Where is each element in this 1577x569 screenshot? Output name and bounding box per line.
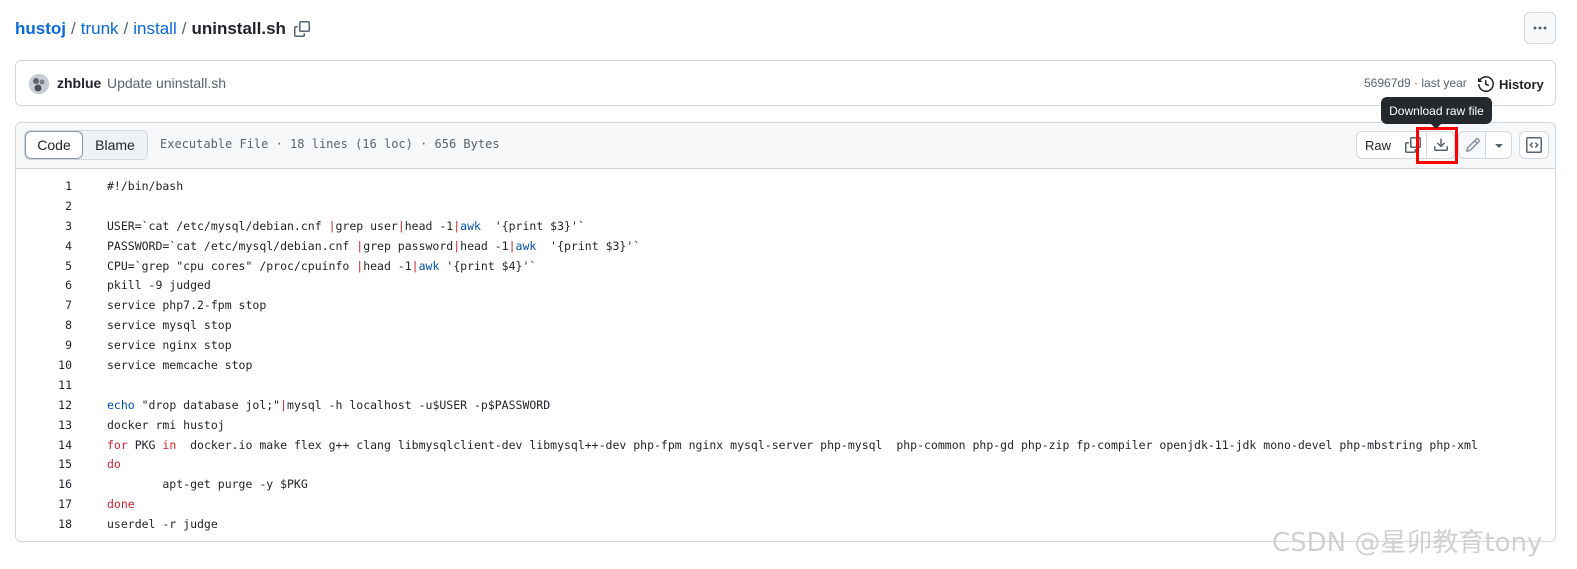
code-line: 13 docker rmi hustoj: [16, 415, 1555, 435]
file-info: Executable File · 18 lines (16 loc) · 65…: [160, 137, 500, 151]
line-number[interactable]: 18: [16, 517, 72, 531]
line-number[interactable]: 12: [16, 398, 72, 412]
breadcrumb-install-link[interactable]: install: [133, 19, 176, 39]
code-line: 2: [16, 196, 1555, 216]
code-line: 9 service nginx stop: [16, 335, 1555, 355]
copy-path-icon[interactable]: [293, 21, 310, 37]
code-area: 1 #!/bin/bash 2 3 USER=`cat /etc/mysql/debia…: [16, 176, 1555, 534]
edit-file-button[interactable]: [1458, 131, 1486, 159]
line-number[interactable]: 5: [16, 259, 72, 273]
tab-blame[interactable]: Blame: [83, 131, 147, 159]
code-line: 15 do: [16, 454, 1555, 474]
line-number[interactable]: 14: [16, 438, 72, 452]
more-options-button[interactable]: [1524, 12, 1556, 44]
history-label: History: [1499, 76, 1544, 92]
line-number[interactable]: 2: [16, 199, 72, 213]
line-content: apt-get purge -y $PKG: [107, 477, 308, 492]
latest-commit-bar: zhblue Update uninstall.sh 56967d9 · las…: [15, 60, 1556, 106]
history-icon: [1478, 76, 1494, 92]
breadcrumb-separator: /: [123, 19, 129, 38]
commit-message[interactable]: Update uninstall.sh: [107, 75, 226, 91]
breadcrumb-separator: /: [71, 19, 76, 38]
breadcrumb-repo-link[interactable]: hustoj: [15, 19, 66, 39]
view-toggle: Code Blame: [24, 130, 148, 160]
line-content: #!/bin/bash: [107, 178, 184, 193]
line-content: userdel -r judge: [107, 517, 218, 532]
line-content: PASSWORD=`cat /etc/mysql/debian.cnf |gre…: [107, 238, 641, 253]
line-number[interactable]: 3: [16, 219, 72, 233]
code-line: 7 service php7.2-fpm stop: [16, 295, 1555, 315]
tab-code[interactable]: Code: [25, 131, 83, 159]
commit-author[interactable]: zhblue: [57, 75, 101, 91]
line-content: USER=`cat /etc/mysql/debian.cnf |grep us…: [107, 218, 585, 233]
highlight-box: [1416, 127, 1458, 164]
breadcrumb-trunk-link[interactable]: trunk: [81, 19, 119, 39]
watermark: CSDN @星卯教育tony: [1272, 528, 1543, 558]
download-tooltip: Download raw file: [1381, 97, 1492, 129]
line-number[interactable]: 13: [16, 418, 72, 432]
line-number[interactable]: 7: [16, 298, 72, 312]
line-content: for PKG in docker.io make flex g++ clang…: [107, 437, 1478, 452]
code-square-icon: [1526, 137, 1542, 153]
file-header: Code Blame Executable File · 18 lines (1…: [16, 123, 1555, 169]
breadcrumb-separator: /: [181, 19, 187, 38]
code-line: 4 PASSWORD=`cat /etc/mysql/debian.cnf |gr…: [16, 236, 1555, 256]
line-number[interactable]: 9: [16, 338, 72, 352]
breadcrumb-current-file: uninstall.sh: [191, 19, 286, 38]
breadcrumb: hustoj / trunk / install / uninstall.sh: [15, 17, 310, 41]
line-content: service memcache stop: [107, 357, 253, 372]
code-line: 5 CPU=`grep "cpu cores" /proc/cpuinfo |he…: [16, 256, 1555, 276]
pencil-icon: [1465, 137, 1480, 153]
commit-sha-time[interactable]: 56967d9 · last year: [1364, 76, 1467, 90]
code-line: 6 pkill -9 judged: [16, 275, 1555, 295]
line-content: done: [107, 497, 135, 512]
triangle-down-icon: [1494, 144, 1503, 148]
line-content: service mysql stop: [107, 318, 232, 333]
line-content: service php7.2-fpm stop: [107, 298, 267, 313]
code-line: 16 apt-get purge -y $PKG: [16, 474, 1555, 494]
line-number[interactable]: 16: [16, 477, 72, 491]
code-line: 17 done: [16, 494, 1555, 514]
code-line: 8 service mysql stop: [16, 315, 1555, 335]
line-number[interactable]: 6: [16, 278, 72, 292]
line-number[interactable]: 15: [16, 457, 72, 471]
code-line: 3 USER=`cat /etc/mysql/debian.cnf |grep u…: [16, 216, 1555, 236]
file-viewer: Code Blame Executable File · 18 lines (1…: [15, 122, 1556, 542]
code-line: 11: [16, 375, 1555, 395]
line-number[interactable]: 10: [16, 358, 72, 372]
symbols-panel-button[interactable]: [1519, 131, 1549, 159]
line-content: do: [107, 457, 121, 472]
line-content: echo "drop database jol;"|mysql -h local…: [107, 397, 551, 412]
line-content: docker rmi hustoj: [107, 417, 225, 432]
line-content: pkill -9 judged: [107, 278, 211, 293]
code-line: 14 for PKG in docker.io make flex g++ cla…: [16, 435, 1555, 455]
line-content: service nginx stop: [107, 338, 232, 353]
code-line: 12 echo "drop database jol;"|mysql -h loc…: [16, 395, 1555, 415]
line-content: CPU=`grep "cpu cores" /proc/cpuinfo |hea…: [107, 258, 537, 273]
avatar[interactable]: [29, 74, 49, 94]
line-number[interactable]: 4: [16, 239, 72, 253]
line-number[interactable]: 8: [16, 318, 72, 332]
kebab-horizontal-icon: [1533, 26, 1547, 30]
code-line: 10 service memcache stop: [16, 355, 1555, 375]
history-button[interactable]: History: [1478, 74, 1544, 94]
line-number[interactable]: 1: [16, 179, 72, 193]
line-number[interactable]: 11: [16, 378, 72, 392]
line-number[interactable]: 17: [16, 497, 72, 511]
code-line: 1 #!/bin/bash: [16, 176, 1555, 196]
edit-dropdown-button[interactable]: [1485, 131, 1512, 159]
raw-button[interactable]: Raw: [1356, 131, 1400, 159]
